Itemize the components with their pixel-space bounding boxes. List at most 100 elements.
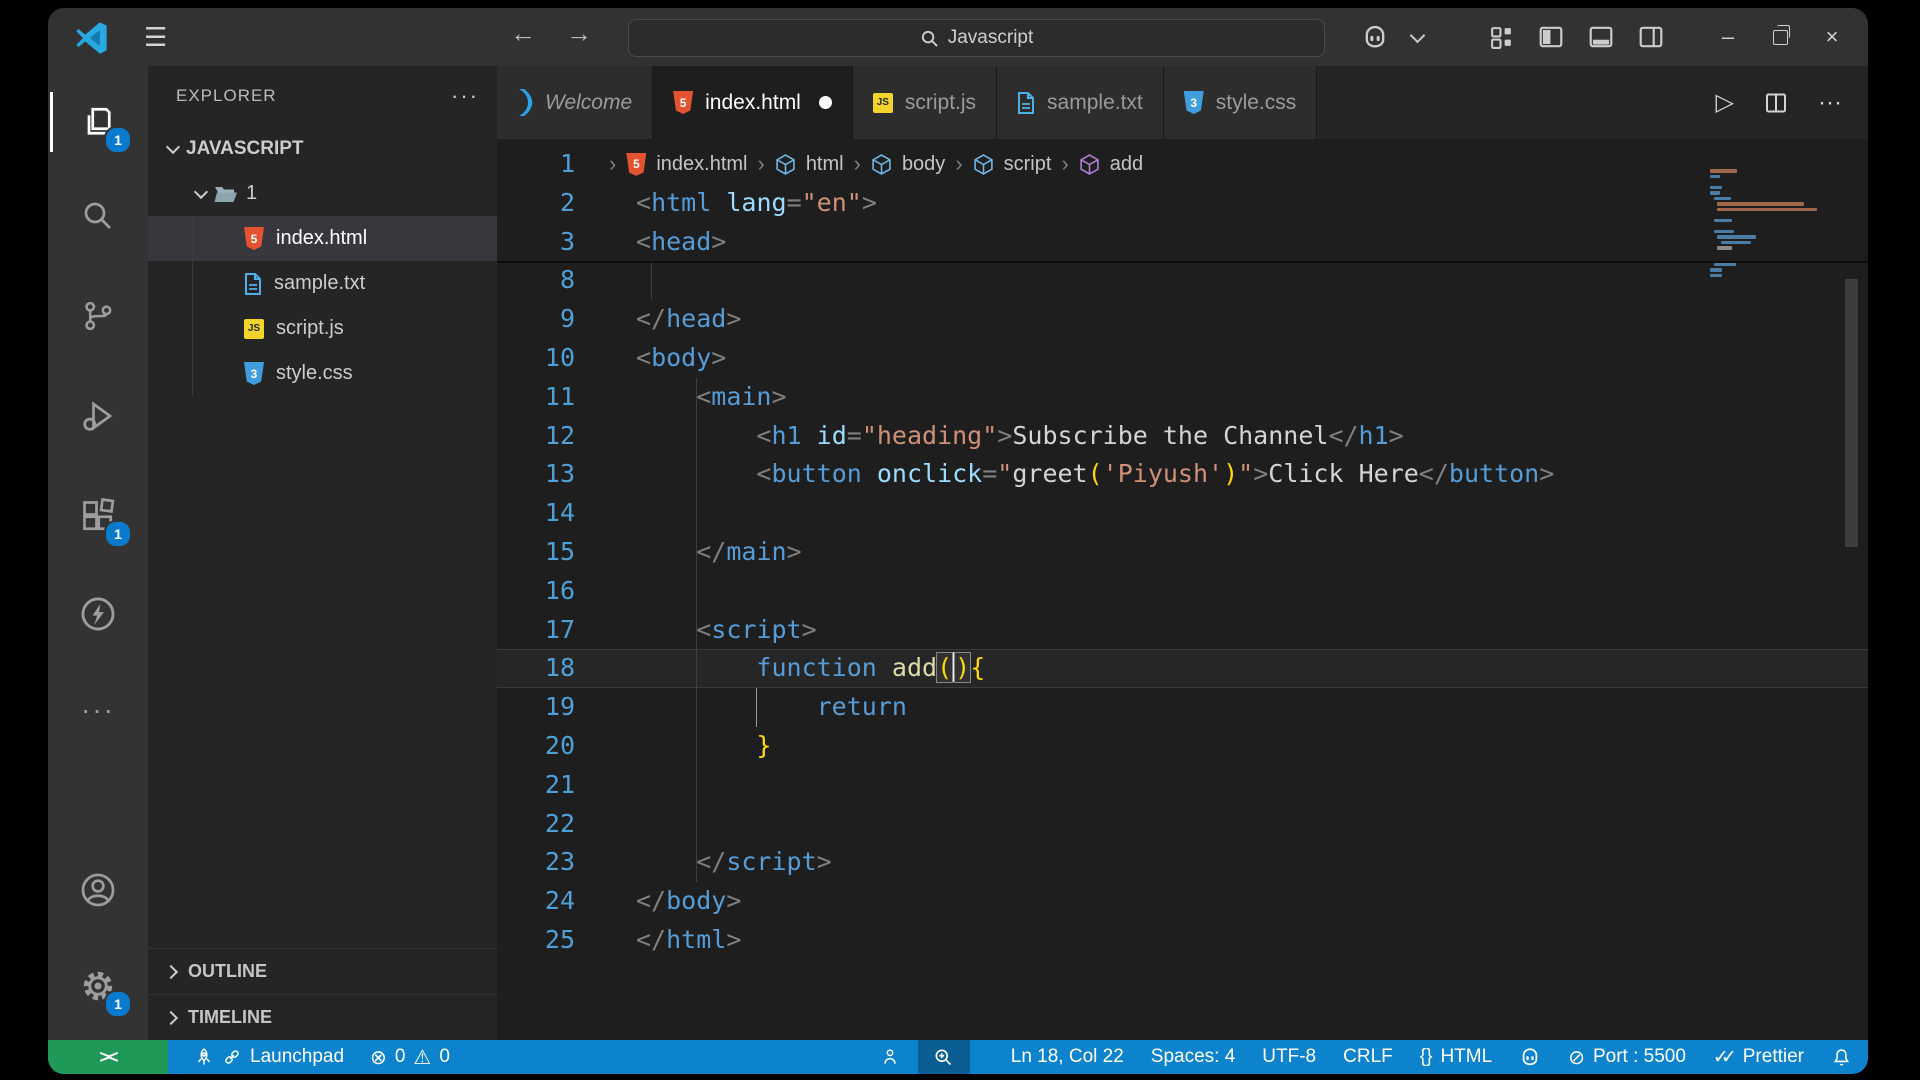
restore-button[interactable] [1754, 8, 1806, 66]
code-editor[interactable]: 1›5index.html›html›body›script›add2<html… [497, 139, 1868, 1040]
close-button[interactable]: × [1806, 8, 1858, 66]
tab-style.css[interactable]: 3style.css [1164, 66, 1318, 139]
code-line-16[interactable]: 16 [497, 572, 1868, 611]
code-line-12[interactable]: 12 <h1 id="heading">Subscribe the Channe… [497, 417, 1868, 456]
outline-section[interactable]: OUTLINE [148, 948, 497, 994]
timeline-section[interactable]: TIMELINE [148, 994, 497, 1040]
copilot-status-icon[interactable] [1519, 1046, 1541, 1068]
activity-source-control-icon[interactable] [48, 278, 148, 354]
tab-index.html[interactable]: 5index.html [653, 66, 853, 139]
split-editor-icon[interactable] [1764, 91, 1788, 115]
toggle-panel-icon[interactable] [1576, 8, 1626, 66]
copilot-chevron-down-icon[interactable] [1400, 8, 1434, 66]
file-index.html[interactable]: 5index.html [148, 216, 497, 261]
code-line-15[interactable]: 15 </main> [497, 533, 1868, 572]
toggle-primary-sidebar-icon[interactable] [1526, 8, 1576, 66]
activity-search-icon[interactable] [48, 178, 148, 254]
code-line-17[interactable]: 17 <script> [497, 611, 1868, 650]
code-line-14[interactable]: 14 [497, 494, 1868, 533]
eol-sequence[interactable]: CRLF [1343, 1046, 1393, 1068]
activity-extensions-icon[interactable]: 1 [48, 478, 148, 554]
screencast-item[interactable] [880, 1047, 900, 1067]
folder-open-icon [214, 184, 238, 204]
nav-forward-icon[interactable]: → [566, 18, 592, 49]
breadcrumb-separator: › [955, 145, 962, 184]
line-number: 18 [497, 649, 575, 688]
cursor-position[interactable]: Ln 18, Col 22 [1011, 1046, 1124, 1068]
command-center-search[interactable]: Javascript [628, 19, 1325, 57]
breadcrumb-item[interactable]: add [1110, 145, 1143, 184]
settings-gear-icon[interactable]: 1 [48, 948, 148, 1024]
status-bar: >< Launchpad ⊗ 0 ⚠ 0 Ln 18, Col 22 Space… [48, 1040, 1868, 1074]
extensions-badge: 1 [104, 520, 132, 548]
code-line-8[interactable]: 8 [497, 261, 1868, 300]
folder-row[interactable]: 1 [148, 171, 497, 216]
line-number: 10 [497, 339, 575, 378]
code-line-13[interactable]: 13 <button onclick="greet('Piyush')">Cli… [497, 455, 1868, 494]
editor-more-actions[interactable]: ··· [1818, 89, 1842, 117]
launchpad-item[interactable]: Launchpad [194, 1046, 344, 1068]
breadcrumb-item[interactable]: script [1004, 145, 1052, 184]
file-style.css[interactable]: 3style.css [148, 351, 497, 396]
language-mode[interactable]: {}HTML [1420, 1046, 1492, 1068]
vscode-window: ☰ ← → Javascript – × [48, 8, 1868, 1074]
zoom-item[interactable] [918, 1040, 970, 1074]
breadcrumb-item[interactable]: index.html [656, 145, 747, 184]
tab-script.js[interactable]: JSscript.js [853, 66, 997, 139]
notifications-bell-icon[interactable] [1831, 1047, 1852, 1068]
tab-Welcome[interactable]: Welcome [497, 66, 653, 139]
file-script.js[interactable]: JSscript.js [148, 306, 497, 351]
workspace-row[interactable]: JAVASCRIPT [148, 126, 497, 171]
explorer-more-actions[interactable]: ··· [451, 83, 479, 109]
breadcrumb-item[interactable]: html [806, 145, 844, 184]
code-line-22[interactable]: 22 [497, 805, 1868, 844]
activity-run-debug-icon[interactable] [48, 378, 148, 454]
code-line-25[interactable]: 25</html> [497, 921, 1868, 960]
formatter-item[interactable]: ✓✓Prettier [1713, 1046, 1804, 1069]
code-line-20[interactable]: 20 } [497, 727, 1868, 766]
search-icon [920, 29, 939, 48]
breadcrumb-item[interactable]: body [902, 145, 945, 184]
chevron-down-icon [194, 184, 208, 198]
code-line-19[interactable]: 19 return [497, 688, 1868, 727]
scrollbar[interactable] [1845, 279, 1858, 547]
encoding[interactable]: UTF-8 [1262, 1046, 1316, 1068]
double-check-icon: ✓✓ [1713, 1046, 1729, 1069]
code-line-9[interactable]: 9</head> [497, 300, 1868, 339]
tab-label: Welcome [545, 91, 632, 115]
run-button[interactable]: ▷ [1716, 88, 1734, 117]
minimize-button[interactable]: – [1702, 8, 1754, 66]
activity-more-icon[interactable]: ··· [48, 672, 148, 748]
html-file-icon: 5 [673, 91, 693, 114]
code-line-3[interactable]: 3<head> [497, 223, 1868, 262]
code-line-18[interactable]: 18 function add(){ [497, 649, 1868, 688]
file-name: style.css [276, 362, 353, 385]
nav-back-icon[interactable]: ← [510, 18, 536, 49]
code-line-24[interactable]: 24</body> [497, 882, 1868, 921]
menu-hamburger-icon[interactable]: ☰ [144, 22, 167, 52]
tab-sample.txt[interactable]: sample.txt [997, 66, 1164, 139]
indentation[interactable]: Spaces: 4 [1151, 1046, 1236, 1068]
line-number: 9 [497, 300, 575, 339]
problems-item[interactable]: ⊗ 0 ⚠ 0 [370, 1045, 450, 1070]
code-line-10[interactable]: 10<body> [497, 339, 1868, 378]
account-icon[interactable] [48, 852, 148, 928]
code-line-23[interactable]: 23 </script> [497, 843, 1868, 882]
code-line-2[interactable]: 2<html lang="en"> [497, 184, 1868, 223]
toggle-secondary-sidebar-icon[interactable] [1626, 8, 1676, 66]
line-number: 17 [497, 611, 575, 650]
folder-name: 1 [246, 182, 257, 205]
timeline-label: TIMELINE [188, 1007, 272, 1028]
live-server-port[interactable]: ⊘Port : 5500 [1568, 1045, 1686, 1070]
code-line-11[interactable]: 11 <main> [497, 378, 1868, 417]
activity-thunder-icon[interactable] [48, 576, 148, 652]
code-line-21[interactable]: 21 [497, 766, 1868, 805]
remote-indicator[interactable]: >< [48, 1040, 168, 1074]
copilot-icon[interactable] [1350, 8, 1400, 66]
activity-explorer-icon[interactable]: 1 [48, 84, 148, 160]
customize-layout-icon[interactable] [1476, 8, 1526, 66]
js-file-icon: JS [244, 319, 264, 339]
symbol-cube-icon [973, 154, 994, 175]
js-file-icon: JS [873, 93, 893, 113]
file-sample.txt[interactable]: sample.txt [148, 261, 497, 306]
